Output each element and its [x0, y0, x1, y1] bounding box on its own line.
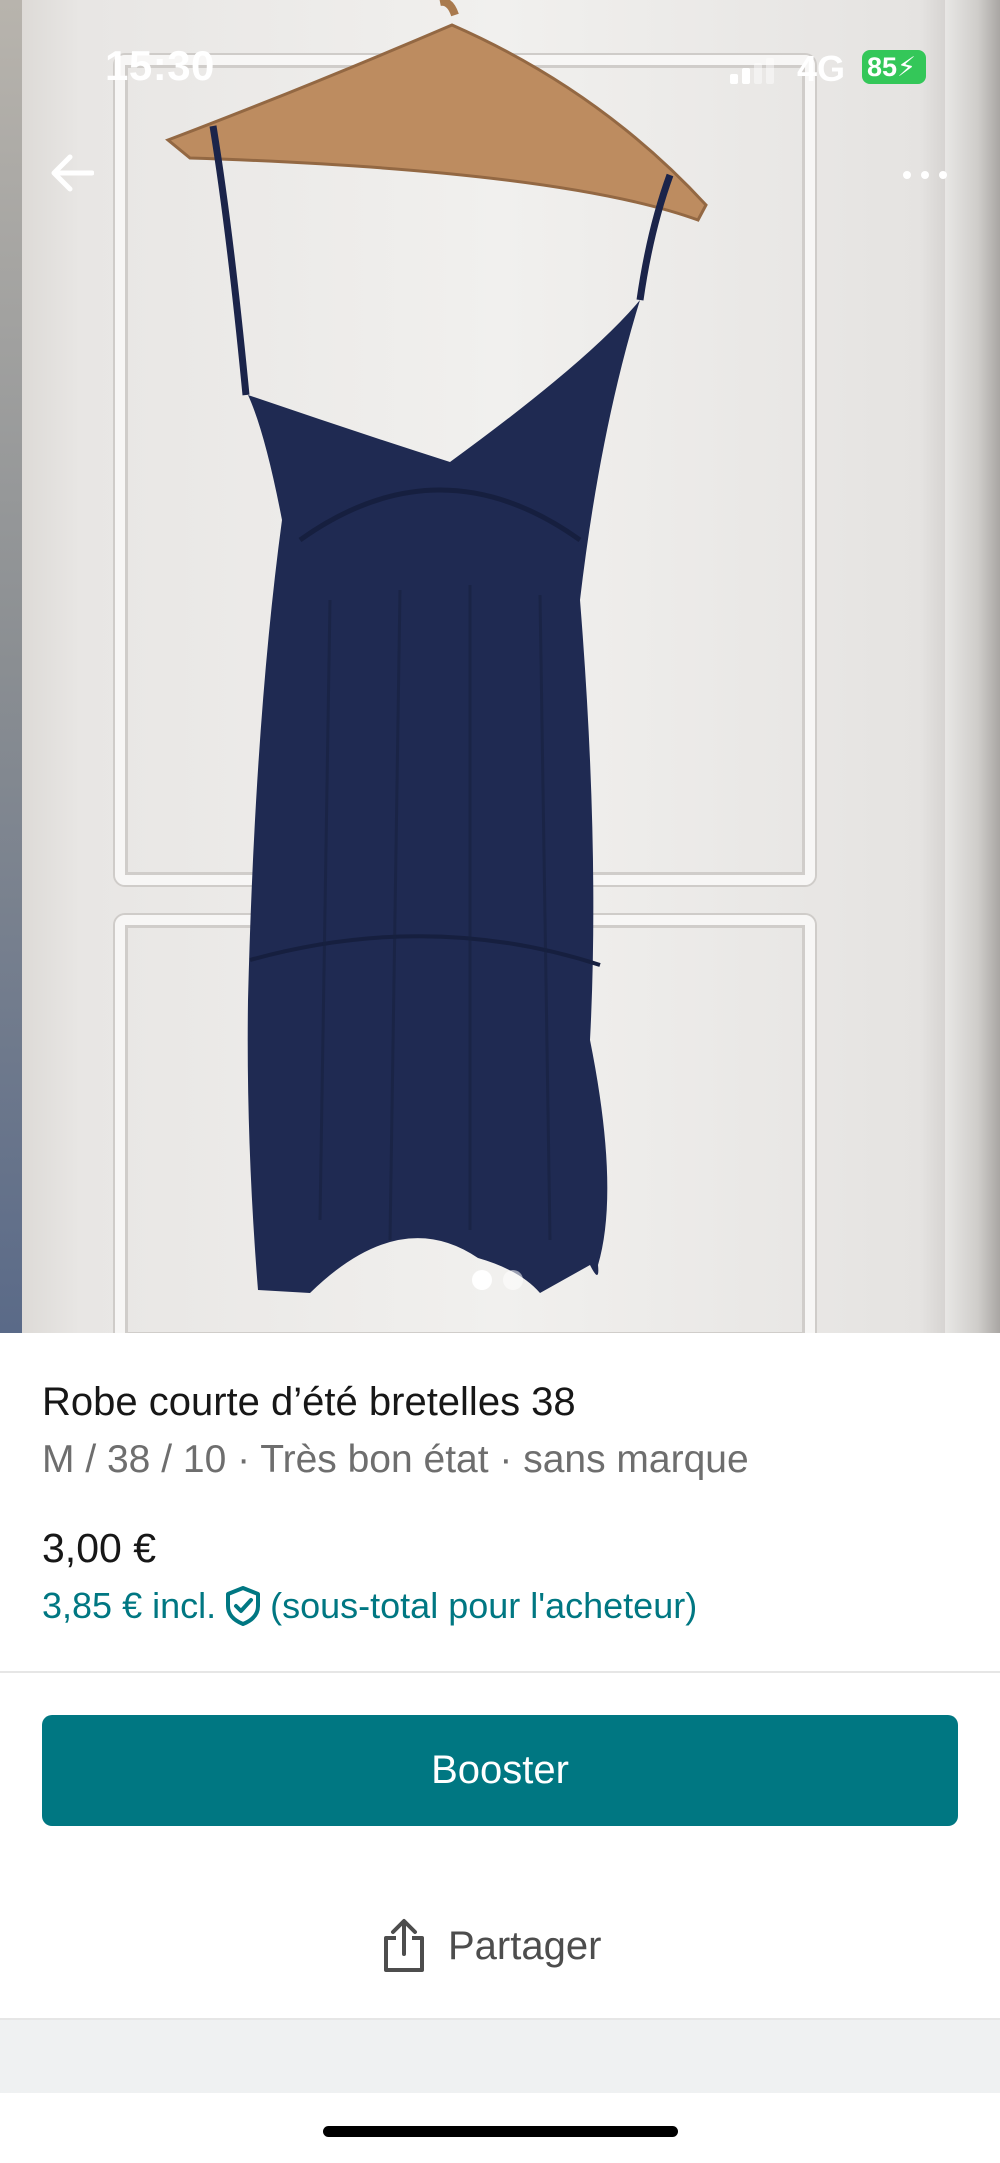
back-button[interactable]: [42, 143, 102, 203]
status-bar: 15:30 4G 85⚡: [0, 0, 1000, 130]
buyer-price-value: 3,85 € incl.: [42, 1585, 217, 1626]
shield-check-icon: [226, 1586, 261, 1626]
battery-level: 85: [867, 52, 898, 82]
more-horizontal-icon: [903, 171, 911, 179]
network-type: 4G: [797, 48, 846, 89]
bottom-gray-band: [0, 2020, 1000, 2093]
item-price: 3,00 €: [42, 1525, 156, 1571]
item-title: Robe courte d’été bretelles 38: [42, 1380, 576, 1424]
share-icon: [384, 1919, 424, 1972]
section-divider: [0, 1671, 1000, 1673]
share-button[interactable]: Partager: [380, 1915, 601, 1977]
status-time: 15:30: [105, 42, 215, 89]
home-indicator[interactable]: [323, 2126, 678, 2137]
signal-icon: [730, 58, 774, 84]
dress-photo: [165, 0, 708, 1293]
buyer-price[interactable]: 3,85 € incl. (sous-total pour l'acheteur…: [42, 1585, 697, 1627]
buyer-price-note: (sous-total pour l'acheteur): [270, 1585, 698, 1626]
photo-pager: [472, 1270, 523, 1290]
pager-dot[interactable]: [503, 1270, 523, 1290]
booster-button[interactable]: Booster: [42, 1715, 958, 1826]
item-photo[interactable]: [0, 0, 1000, 1333]
share-label: Partager: [448, 1923, 602, 1968]
dress-strap-left: [209, 125, 250, 396]
item-info: Robe courte d’été bretelles 38 M / 38 / …: [42, 1372, 962, 1490]
more-options-button[interactable]: [890, 150, 960, 200]
pager-dot-active[interactable]: [472, 1270, 492, 1290]
item-meta: M / 38 / 10 · Très bon état · sans marqu…: [42, 1438, 749, 1481]
battery-icon: 85⚡: [862, 50, 926, 84]
dress-body: [247, 300, 640, 1293]
arrow-left-icon: [51, 154, 94, 192]
